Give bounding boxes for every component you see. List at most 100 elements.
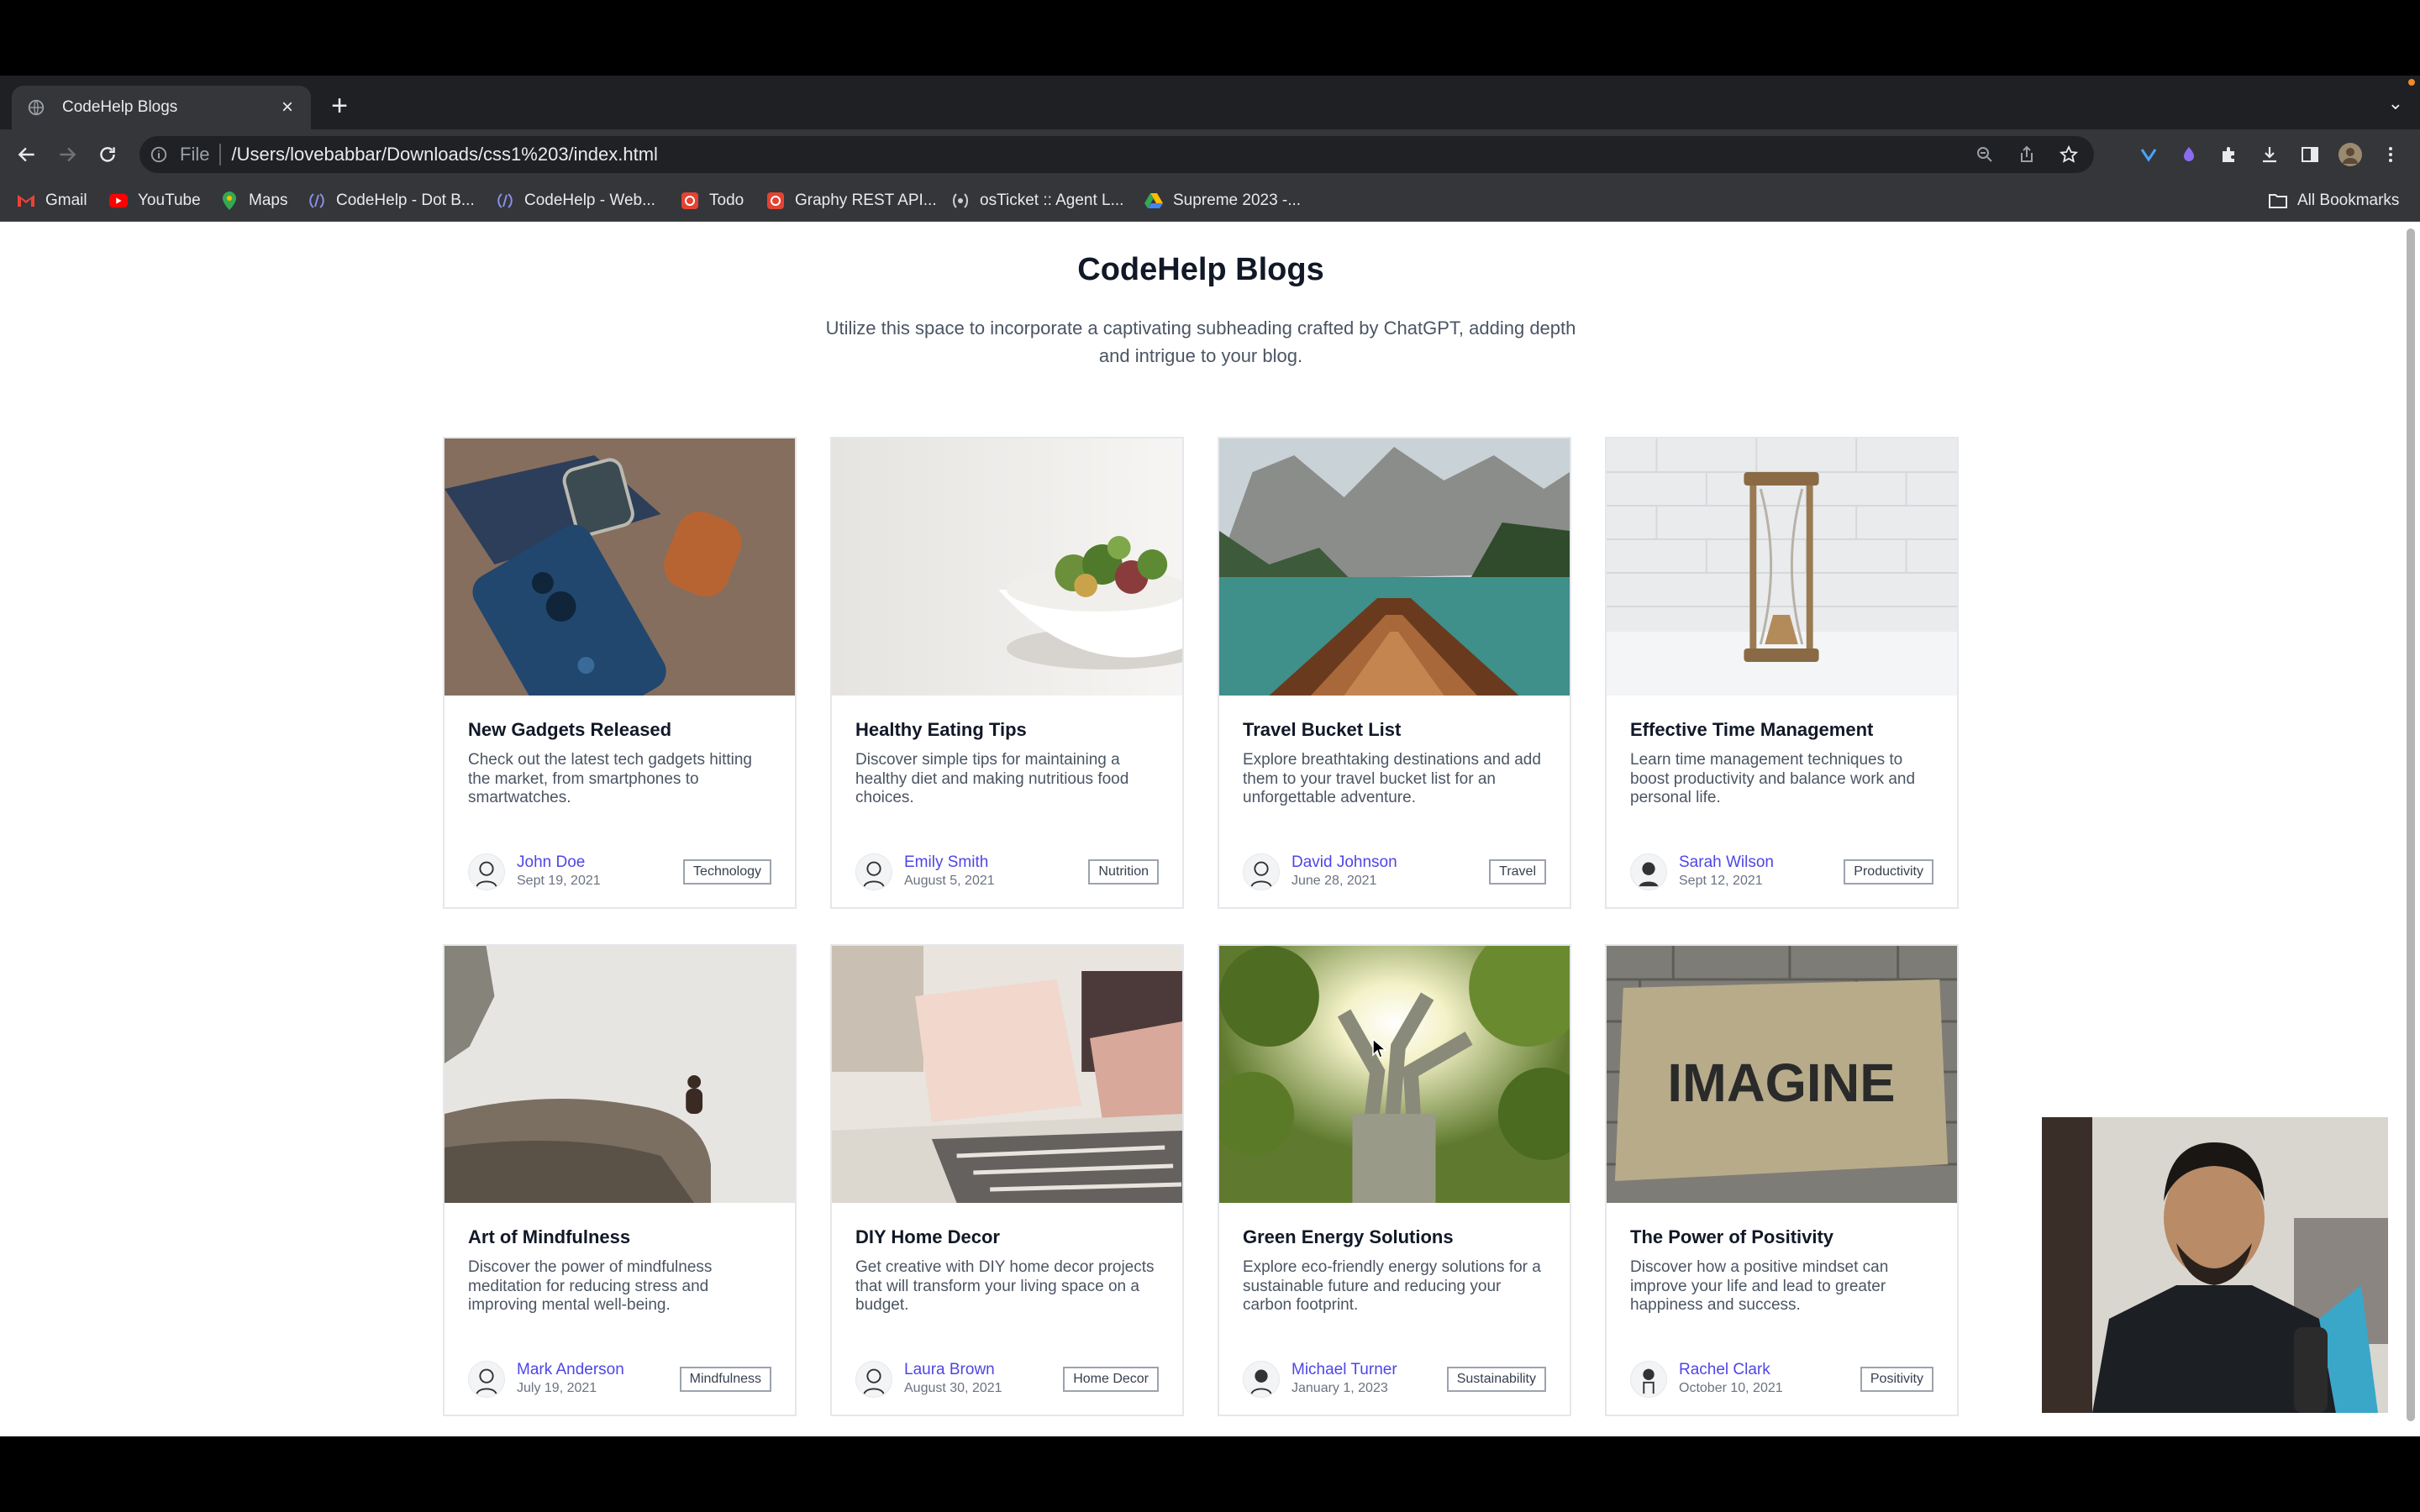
author-info: David Johnson June 28, 2021 <box>1292 853 1489 890</box>
all-bookmarks-label: All Bookmarks <box>2297 192 2400 209</box>
blog-card[interactable]: New Gadgets Released Check out the lates… <box>443 437 797 909</box>
bookmark-youtube[interactable]: YouTube <box>109 190 201 212</box>
card-title[interactable]: DIY Home Decor <box>855 1226 1159 1250</box>
author-info: Rachel Clark October 10, 2021 <box>1679 1361 1860 1398</box>
bookmark-todo[interactable]: Todo <box>681 190 744 212</box>
bookmark-supreme[interactable]: Supreme 2023 -... <box>1144 190 1301 212</box>
author-avatar <box>1243 1361 1280 1398</box>
category-tag[interactable]: Positivity <box>1860 1367 1933 1392</box>
author-name[interactable]: John Doe <box>517 853 683 872</box>
category-tag[interactable]: Productivity <box>1844 859 1933 885</box>
zoom-icon[interactable] <box>1975 144 1995 165</box>
card-title[interactable]: Art of Mindfulness <box>468 1226 771 1250</box>
post-date: Sept 19, 2021 <box>517 874 601 888</box>
card-image-hourglass <box>1607 438 1957 696</box>
author-info: Emily Smith August 5, 2021 <box>904 853 1088 890</box>
card-footer: Emily Smith August 5, 2021 Nutrition <box>855 850 1159 894</box>
author-name[interactable]: Rachel Clark <box>1679 1361 1860 1379</box>
author-name[interactable]: Michael Turner <box>1292 1361 1447 1379</box>
post-date: January 1, 2023 <box>1292 1381 1388 1395</box>
card-image-pillows <box>832 946 1182 1203</box>
card-footer: David Johnson June 28, 2021 Travel <box>1243 850 1546 894</box>
card-title[interactable]: New Gadgets Released <box>468 719 771 743</box>
author-name[interactable]: Mark Anderson <box>517 1361 680 1379</box>
card-footer: John Doe Sept 19, 2021 Technology <box>468 850 771 894</box>
osticket-icon <box>951 192 970 210</box>
graphy-icon <box>766 192 785 210</box>
category-tag[interactable]: Home Decor <box>1063 1367 1159 1392</box>
card-title[interactable]: Effective Time Management <box>1630 719 1933 743</box>
category-tag[interactable]: Mindfulness <box>679 1367 771 1392</box>
profile-avatar[interactable] <box>2336 139 2365 170</box>
category-tag[interactable]: Travel <box>1489 859 1546 885</box>
bookmark-codehelp-dotb[interactable]: CodeHelp - Dot B... <box>308 190 475 212</box>
blog-card[interactable]: IMAGINE The Power of Positivity Discover… <box>1605 944 1959 1416</box>
close-tab-icon[interactable]: × <box>272 96 302 119</box>
author-name[interactable]: Laura Brown <box>904 1361 1063 1379</box>
extensions-puzzle-icon[interactable] <box>2215 139 2244 170</box>
blog-card[interactable]: Travel Bucket List Explore breathtaking … <box>1218 437 1571 909</box>
blog-card[interactable]: Green Energy Solutions Explore eco-frien… <box>1218 944 1571 1416</box>
all-bookmarks-button[interactable]: All Bookmarks <box>2269 190 2399 212</box>
blog-card[interactable]: Effective Time Management Learn time man… <box>1605 437 1959 909</box>
omnibox-divider <box>219 144 222 165</box>
back-arrow-icon <box>18 147 34 162</box>
side-panel-icon[interactable] <box>2296 139 2324 170</box>
card-footer: Mark Anderson July 19, 2021 Mindfulness <box>468 1357 771 1401</box>
bookmark-gmail[interactable]: Gmail <box>17 190 87 212</box>
author-name[interactable]: Emily Smith <box>904 853 1088 872</box>
blog-card[interactable]: Healthy Eating Tips Discover simple tips… <box>830 437 1184 909</box>
extension-blue-icon[interactable] <box>2134 139 2163 170</box>
forward-button[interactable] <box>52 139 82 170</box>
card-title[interactable]: Green Energy Solutions <box>1243 1226 1546 1250</box>
new-tab-button[interactable]: + <box>324 91 355 121</box>
post-date: October 10, 2021 <box>1679 1381 1783 1395</box>
bookmark-label: Maps <box>249 192 288 209</box>
blog-card[interactable]: Art of Mindfulness Discover the power of… <box>443 944 797 1416</box>
tab-search-chevron-icon[interactable]: ⌄ <box>2388 92 2403 114</box>
card-description: Learn time management techniques to boos… <box>1630 751 1916 806</box>
drive-icon <box>1144 192 1163 210</box>
blog-card[interactable]: DIY Home Decor Get creative with DIY hom… <box>830 944 1184 1416</box>
bookmark-label: osTicket :: Agent L... <box>980 192 1124 209</box>
forward-arrow-icon <box>60 147 76 162</box>
scrollbar-thumb[interactable] <box>2407 228 2415 1421</box>
card-footer: Sarah Wilson Sept 12, 2021 Productivity <box>1630 850 1933 894</box>
extension-purple-drop-icon[interactable] <box>2175 139 2203 170</box>
author-name[interactable]: Sarah Wilson <box>1679 853 1844 872</box>
card-image-gadgets <box>445 438 795 696</box>
bookmark-osticket[interactable]: osTicket :: Agent L... <box>951 190 1123 212</box>
download-icon[interactable] <box>2255 139 2284 170</box>
more-menu-icon[interactable] <box>2376 139 2405 170</box>
card-title[interactable]: The Power of Positivity <box>1630 1226 1933 1250</box>
mouse-cursor-icon <box>1372 1038 1387 1058</box>
card-title[interactable]: Travel Bucket List <box>1243 719 1546 743</box>
info-icon[interactable] <box>150 145 168 164</box>
screen-top-bar <box>0 0 2420 76</box>
bookmark-label: CodeHelp - Dot B... <box>336 192 475 209</box>
youtube-icon <box>109 192 128 210</box>
category-tag[interactable]: Nutrition <box>1088 859 1159 885</box>
card-image-cliff <box>445 946 795 1203</box>
author-name[interactable]: David Johnson <box>1292 853 1489 872</box>
card-description: Discover the power of mindfulness medita… <box>468 1258 713 1314</box>
bookmark-label: Todo <box>709 192 744 209</box>
address-bar[interactable]: File /Users/lovebabbar/Downloads/css1%20… <box>139 136 2094 173</box>
card-footer: Laura Brown August 30, 2021 Home Decor <box>855 1357 1159 1401</box>
page-scrollbar[interactable] <box>2402 222 2420 1436</box>
share-icon[interactable] <box>2017 144 2037 165</box>
screen-bottom-bar <box>0 1436 2420 1512</box>
category-tag[interactable]: Technology <box>683 859 771 885</box>
card-title[interactable]: Healthy Eating Tips <box>855 719 1159 743</box>
url-text[interactable]: /Users/lovebabbar/Downloads/css1%203/ind… <box>231 144 657 165</box>
reload-button[interactable] <box>92 139 123 170</box>
back-button[interactable] <box>12 139 42 170</box>
bookmark-maps[interactable]: Maps <box>220 190 287 212</box>
bookmark-star-icon[interactable] <box>2059 144 2079 165</box>
bookmark-codehelp-web[interactable]: CodeHelp - Web... <box>496 190 655 212</box>
tab-codehelp-blogs[interactable]: CodeHelp Blogs × <box>12 86 311 129</box>
bookmark-graphy[interactable]: Graphy REST API... <box>766 190 937 212</box>
author-avatar <box>1243 853 1280 890</box>
bookmark-label: Supreme 2023 -... <box>1173 192 1302 209</box>
category-tag[interactable]: Sustainability <box>1446 1367 1546 1392</box>
